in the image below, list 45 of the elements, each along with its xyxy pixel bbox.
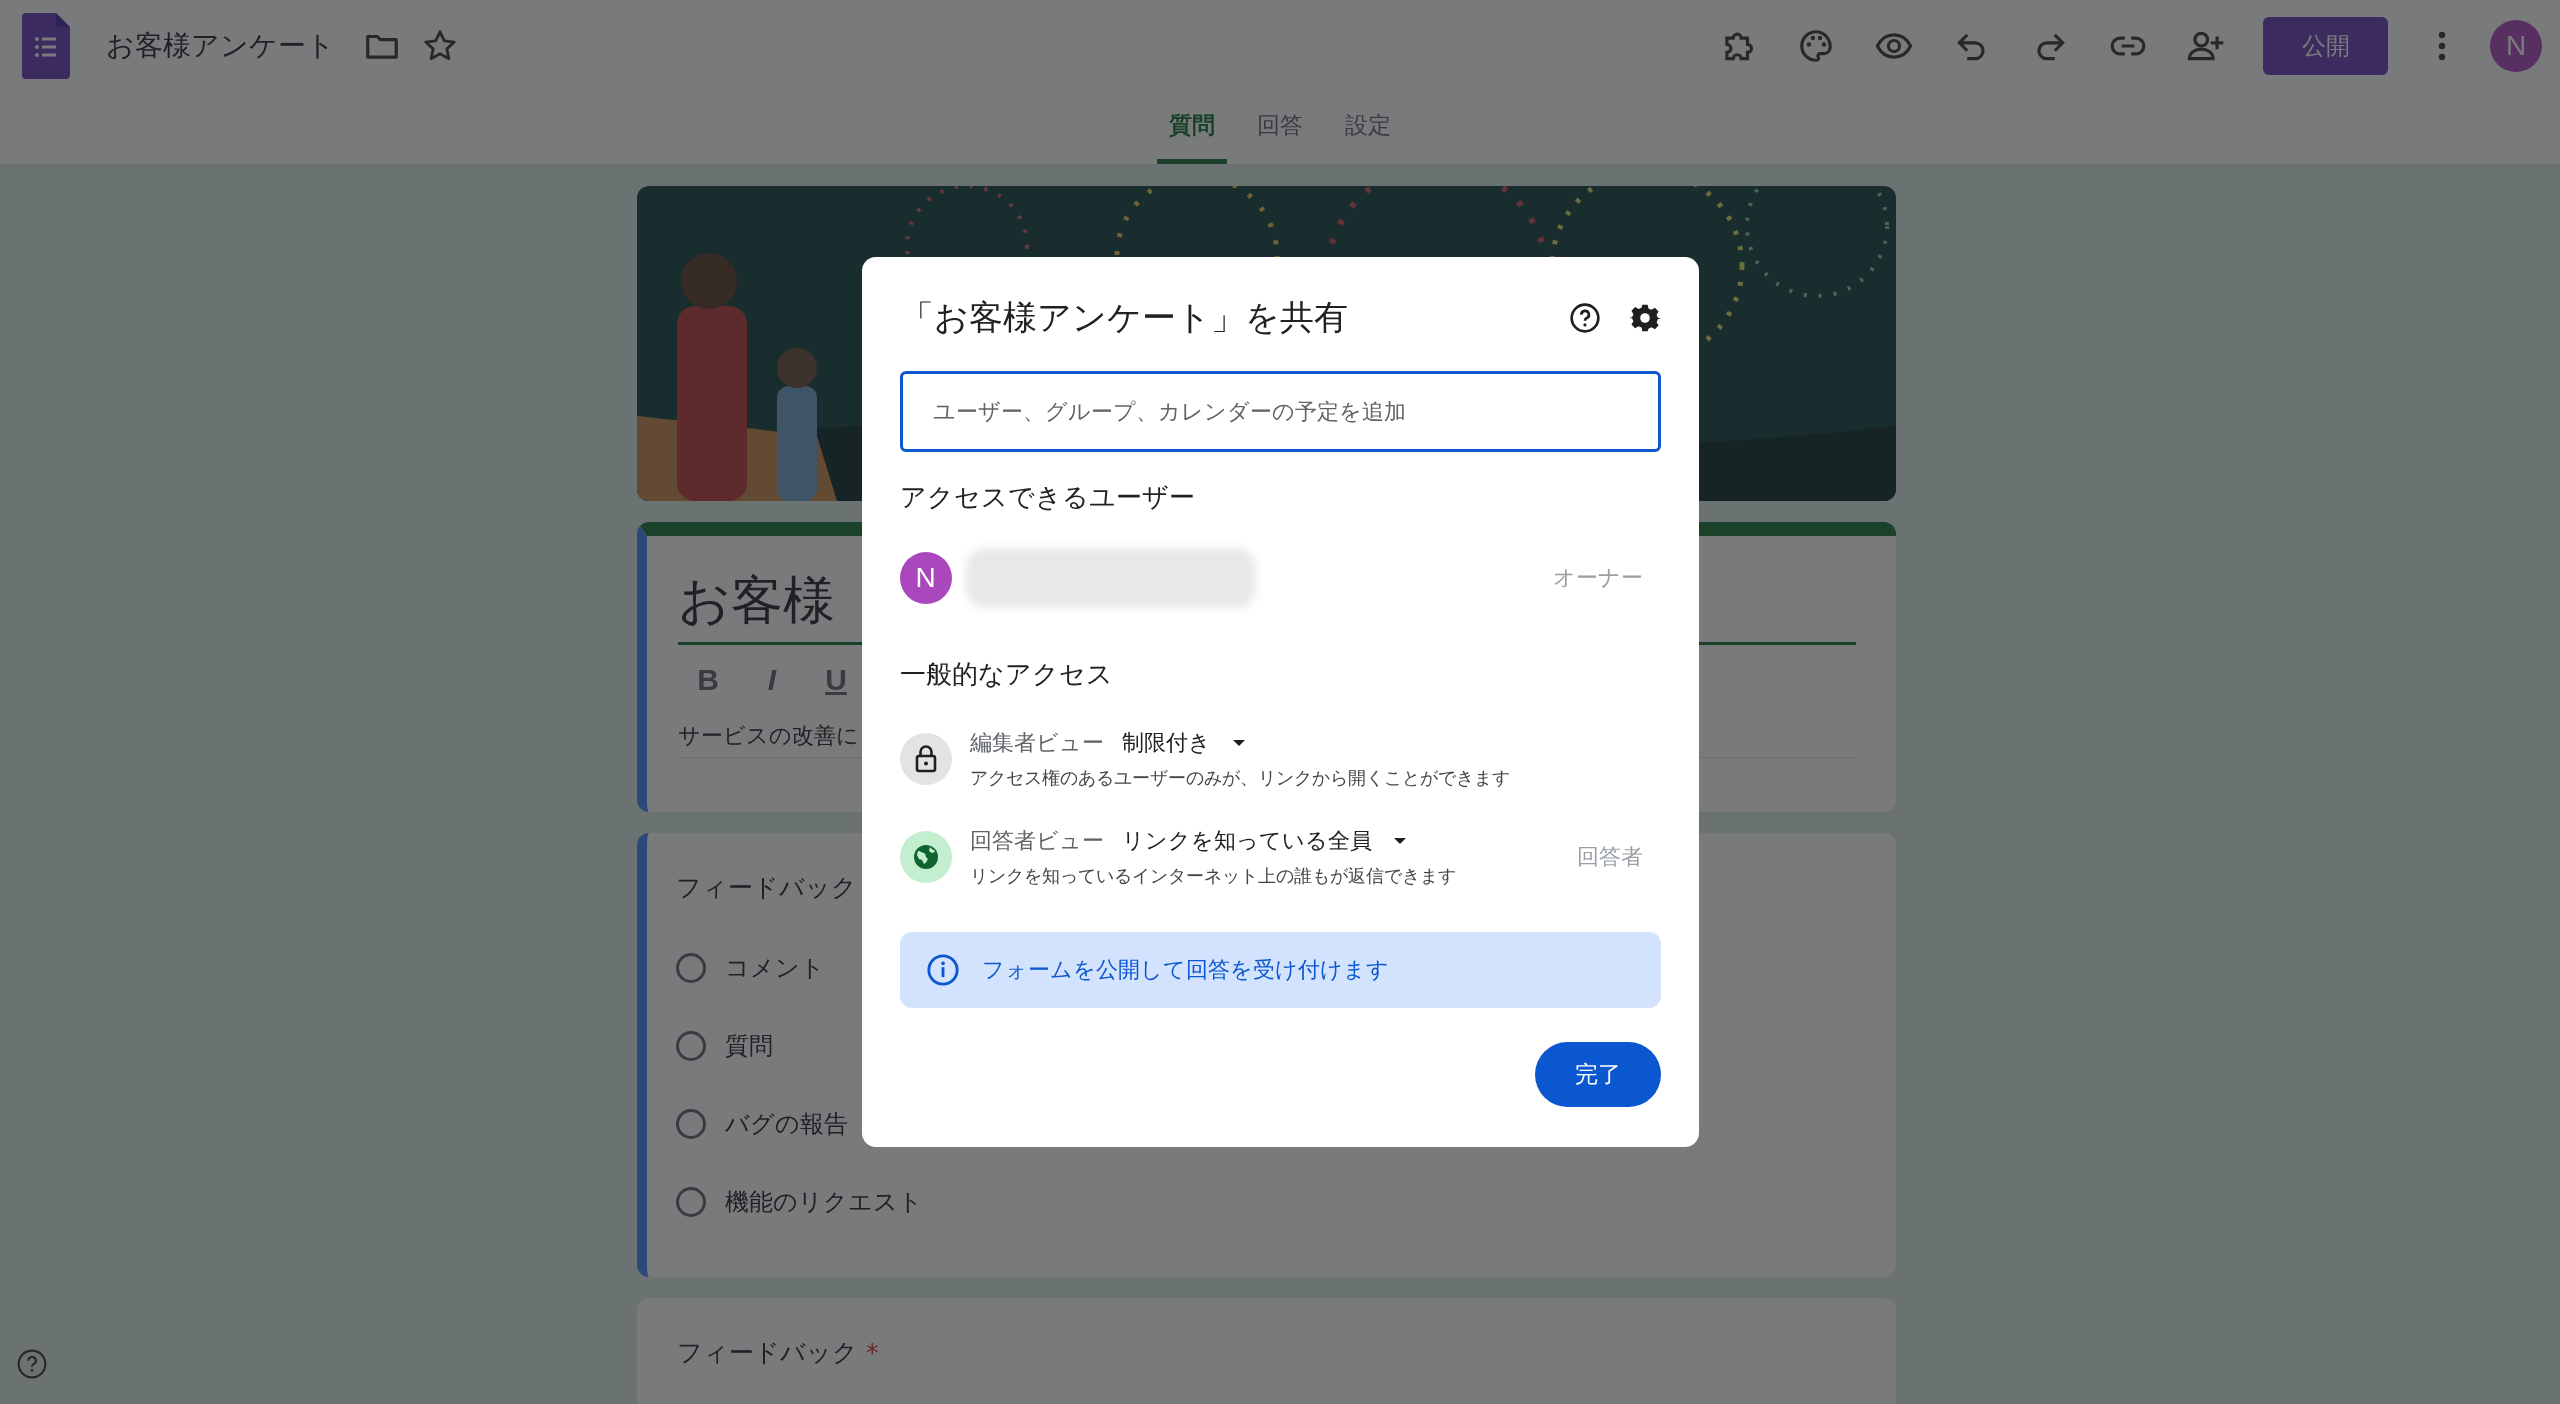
section-heading: アクセスできるユーザー xyxy=(899,481,1196,514)
format-button[interactable]: B xyxy=(690,663,726,697)
palette-icon[interactable] xyxy=(1797,27,1835,65)
option-label[interactable]: コメント xyxy=(725,952,825,984)
radio-button[interactable] xyxy=(676,953,706,983)
form-title[interactable]: お客様 xyxy=(678,570,835,630)
help-icon[interactable] xyxy=(1568,302,1601,334)
account-avatar[interactable]: N xyxy=(2490,20,2542,72)
radio-button[interactable] xyxy=(676,1187,706,1217)
info-text: フォームを公開して回答を受け付けます xyxy=(981,956,1389,984)
globe-icon xyxy=(899,831,952,883)
forms-logo-icon[interactable] xyxy=(22,13,70,79)
section-heading: 一般的なアクセス xyxy=(899,658,1114,691)
done-button[interactable]: 完了 xyxy=(1534,1042,1661,1107)
format-button[interactable]: U xyxy=(818,663,854,697)
access-description: リンクを知っているインターネット上の誰もが返信できます xyxy=(969,864,1456,888)
form-description[interactable]: サービスの改善に xyxy=(678,723,859,748)
access-dropdown[interactable]: 制限付き xyxy=(1121,728,1245,758)
dialog-title: 「お客様アンケート」を共有 xyxy=(899,296,1349,339)
format-button[interactable]: I xyxy=(754,663,790,697)
question-title[interactable]: フィードバック * xyxy=(677,1336,1856,1369)
user-avatar: N xyxy=(899,552,952,604)
access-label: 編集者ビュー xyxy=(969,729,1104,757)
role-label: オーナー xyxy=(1552,564,1643,592)
document-title[interactable]: お客様アンケート xyxy=(106,27,335,65)
access-dropdown[interactable]: リンクを知っている全員 xyxy=(1121,826,1406,856)
radio-button[interactable] xyxy=(676,1109,706,1139)
info-icon xyxy=(925,953,960,987)
caret-icon xyxy=(1393,838,1406,844)
tab[interactable]: 回答 xyxy=(1245,92,1315,164)
role-label: 回答者 xyxy=(1576,843,1643,871)
tab[interactable]: 質問 xyxy=(1157,92,1227,164)
access-label: 回答者ビュー xyxy=(969,827,1104,855)
tab[interactable]: 設定 xyxy=(1333,92,1403,164)
add-people-field[interactable]: ユーザー、グループ、カレンダーの予定を追加 xyxy=(899,371,1661,452)
access-description: アクセス権のあるユーザーのみが、リンクから開くことができます xyxy=(969,766,1510,790)
option-label[interactable]: 質問 xyxy=(725,1030,773,1062)
option-label[interactable]: バグの報告 xyxy=(725,1108,848,1140)
publish-button[interactable]: 公開 xyxy=(2263,17,2388,75)
more-icon[interactable] xyxy=(2438,31,2446,61)
settings-icon[interactable] xyxy=(1628,302,1661,334)
option-label[interactable]: 機能のリクエスト xyxy=(725,1186,923,1218)
lock-icon xyxy=(899,733,952,785)
caret-icon xyxy=(1232,740,1245,746)
radio-button[interactable] xyxy=(676,1031,706,1061)
